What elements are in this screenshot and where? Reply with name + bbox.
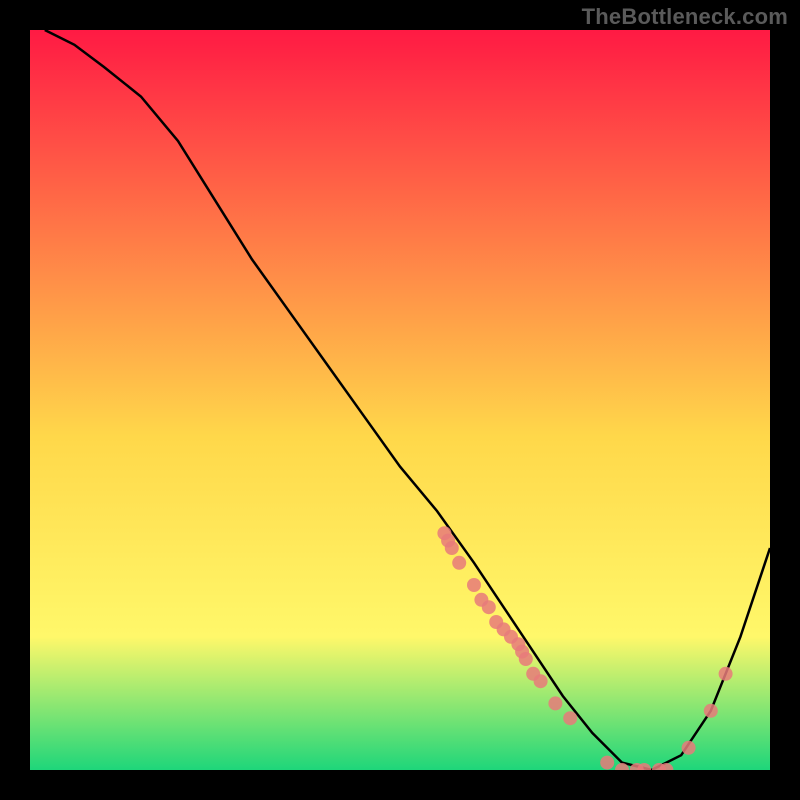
data-marker xyxy=(682,741,696,755)
data-marker xyxy=(600,756,614,770)
plot-area xyxy=(30,30,770,770)
data-marker xyxy=(445,541,459,555)
data-marker xyxy=(719,667,733,681)
data-marker xyxy=(482,600,496,614)
chart-frame: TheBottleneck.com xyxy=(0,0,800,800)
data-marker xyxy=(704,704,718,718)
data-marker xyxy=(563,711,577,725)
gradient-background xyxy=(30,30,770,770)
data-marker xyxy=(467,578,481,592)
data-marker xyxy=(519,652,533,666)
data-marker xyxy=(452,556,466,570)
data-marker xyxy=(534,674,548,688)
data-marker xyxy=(548,696,562,710)
chart-svg xyxy=(30,30,770,770)
watermark-text: TheBottleneck.com xyxy=(582,4,788,30)
